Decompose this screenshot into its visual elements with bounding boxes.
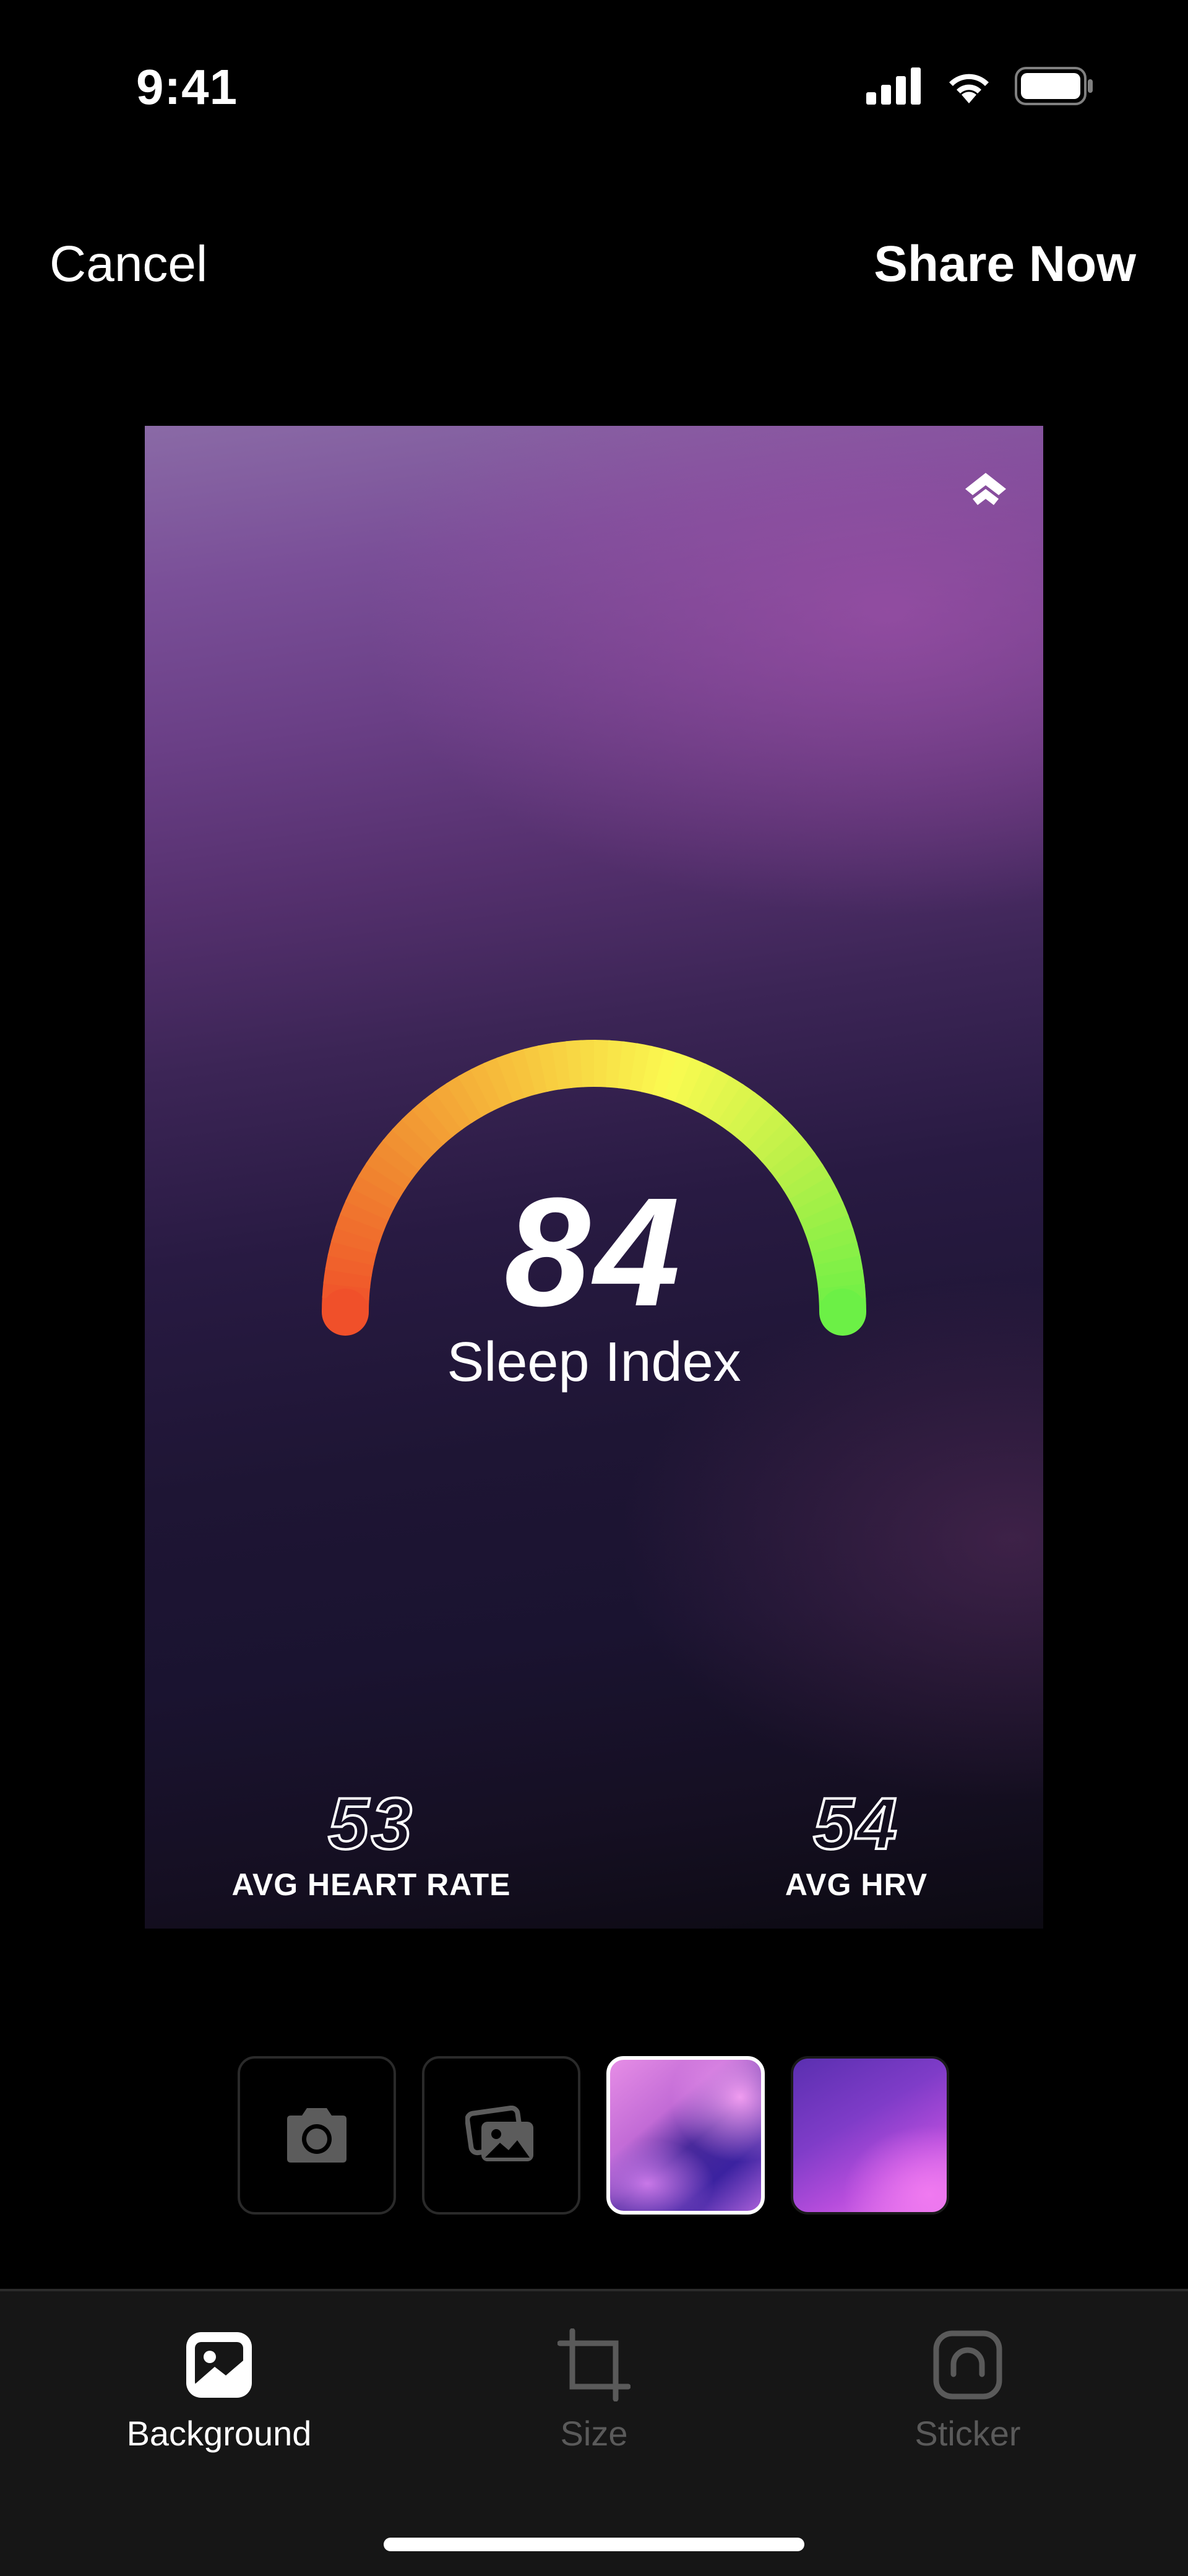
- gauge-segment: [434, 1083, 473, 1130]
- gauge-segment: [374, 1139, 421, 1180]
- gauge-segment: [457, 1068, 494, 1117]
- gauge-segment: [674, 1058, 707, 1107]
- gradient-swatch-1[interactable]: [606, 2056, 765, 2215]
- sleep-index-score: 84: [504, 1165, 684, 1338]
- tab-background[interactable]: Background: [89, 2328, 349, 2453]
- avg-hrv-value: 54: [812, 1783, 900, 1865]
- tab-size-label: Size: [560, 2414, 628, 2453]
- camera-option[interactable]: [238, 2056, 396, 2215]
- gauge-segment: [735, 1100, 778, 1146]
- gradient-swatch-2[interactable]: [791, 2056, 949, 2215]
- gauge-segment: [392, 1118, 436, 1162]
- sticker-icon: [933, 2330, 1002, 2400]
- status-icons: [866, 67, 1095, 105]
- photo-library-option[interactable]: [422, 2056, 580, 2215]
- wifi-icon: [949, 74, 989, 103]
- tab-size[interactable]: Size: [464, 2328, 724, 2453]
- photo-library-icon: [465, 2106, 533, 2161]
- gauge-segment: [761, 1130, 807, 1172]
- stat-avg-heart-rate: 53 AVG HEART RATE: [204, 1783, 538, 1903]
- gauge-segment: [537, 1042, 561, 1092]
- background-picker: [238, 2056, 949, 2215]
- gauge-segment: [706, 1076, 744, 1125]
- gauge-segment: [423, 1091, 463, 1138]
- gauge-segment: [510, 1048, 538, 1098]
- gauge-segment: [753, 1119, 798, 1163]
- signal-icon: [866, 67, 921, 105]
- gauge-segment: [717, 1083, 756, 1131]
- tab-background-label: Background: [126, 2414, 312, 2453]
- gauge-segment: [640, 1045, 667, 1096]
- share-now-button[interactable]: Share Now: [874, 235, 1136, 293]
- gauge-segment: [726, 1092, 767, 1139]
- gauge-segment: [685, 1063, 720, 1113]
- gauge-segment: [696, 1069, 732, 1118]
- gauge-segment: [411, 1099, 454, 1145]
- gauge-segment: [496, 1052, 527, 1102]
- avg-heart-rate-value: 53: [327, 1783, 415, 1865]
- gauge-segment: [629, 1043, 653, 1092]
- stat-avg-hrv: 54 AVG HRV: [739, 1783, 974, 1903]
- gauge-segment: [768, 1141, 816, 1182]
- gauge-segment: [605, 1040, 625, 1089]
- camera-icon: [287, 2108, 346, 2163]
- share-screen: 9:41 Cancel Share Now 84 Sleep Index 53 …: [0, 0, 1188, 2576]
- gauge-segment: [470, 1062, 504, 1112]
- gauge-segment: [483, 1057, 515, 1107]
- gauge-segment: [551, 1041, 573, 1090]
- status-bar: 9:41: [0, 0, 1188, 179]
- gauge-segment: [579, 1040, 596, 1087]
- tab-sticker-label: Sticker: [915, 2414, 1021, 2453]
- gauge-segment: [663, 1053, 694, 1103]
- avg-hrv-label: AVG HRV: [785, 1867, 928, 1902]
- gauge-segment: [446, 1075, 483, 1123]
- gauge-segment: [382, 1128, 428, 1171]
- bottom-tab-bar: Background Size Sticker: [0, 2289, 1188, 2576]
- home-indicator: [384, 2538, 804, 2551]
- image-icon: [186, 2332, 252, 2398]
- gauge-segment: [566, 1040, 585, 1089]
- sleep-index-label: Sleep Index: [447, 1331, 741, 1393]
- gauge-segment: [744, 1110, 788, 1154]
- avg-heart-rate-label: AVG HEART RATE: [231, 1867, 511, 1902]
- share-preview-card: 84 Sleep Index 53 AVG HEART RATE 54 AVG …: [145, 426, 1043, 1929]
- gauge-segment: [523, 1045, 549, 1095]
- battery-icon: [1015, 67, 1093, 105]
- crop-icon: [557, 2328, 631, 2402]
- gauge-segment: [593, 1040, 611, 1087]
- tab-sticker[interactable]: Sticker: [838, 2328, 1098, 2453]
- status-time: 9:41: [136, 59, 238, 115]
- cancel-button[interactable]: Cancel: [50, 235, 207, 293]
- gauge-segment: [401, 1108, 445, 1153]
- gauge-segment: [652, 1048, 681, 1099]
- gauge-segment: [617, 1041, 639, 1090]
